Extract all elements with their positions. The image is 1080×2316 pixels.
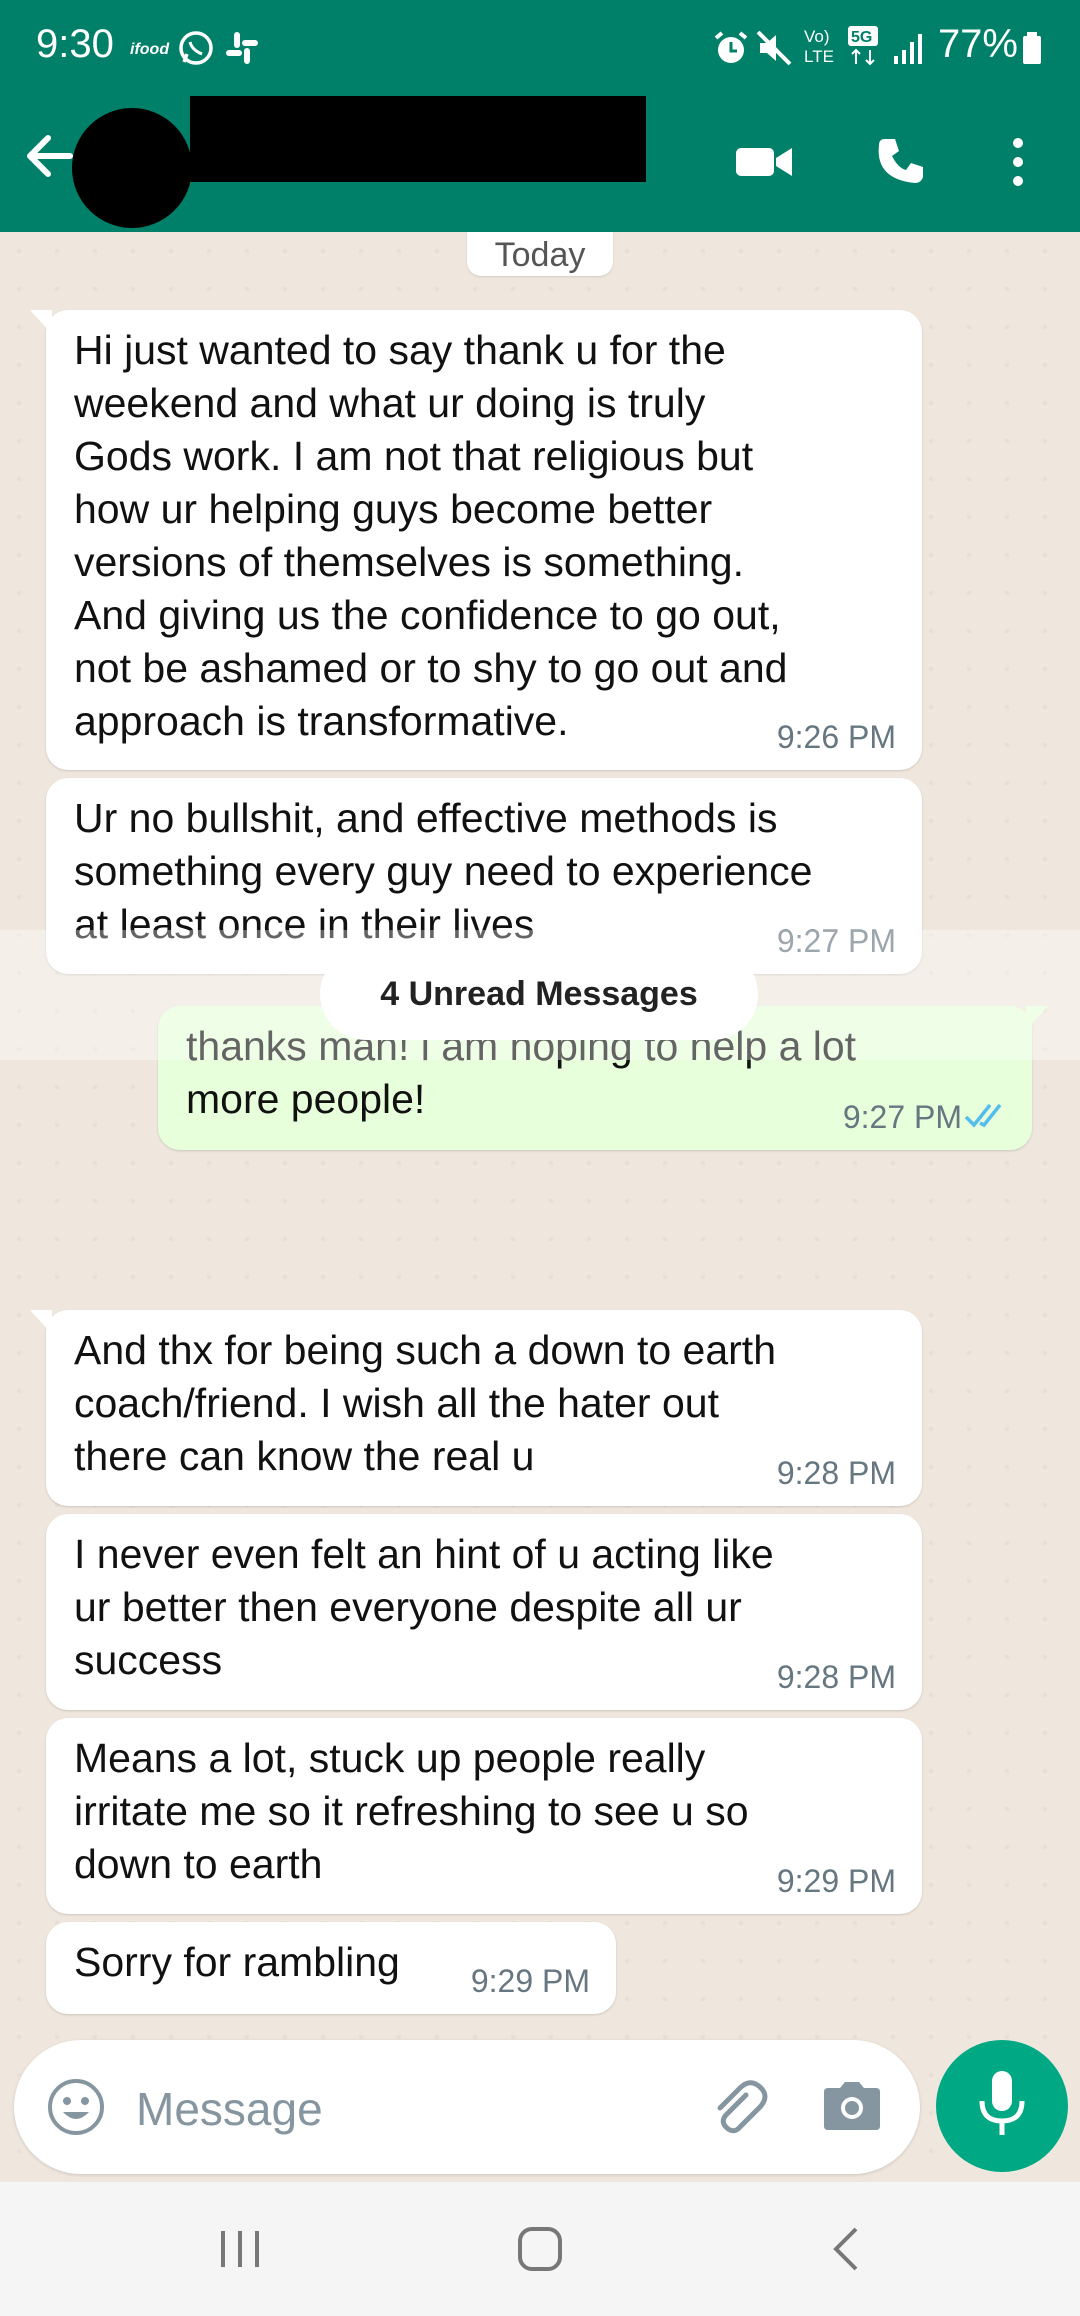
recent-apps-icon[interactable]: [200, 2212, 280, 2286]
message-bubble[interactable]: Sorry for rambling 9:29 PM: [46, 1922, 616, 2014]
signal-icon: [892, 28, 928, 68]
bubble-tail: [30, 310, 52, 334]
emoji-icon[interactable]: [42, 2073, 110, 2141]
svg-text:LTE: LTE: [804, 47, 834, 66]
app-bar: [0, 96, 1080, 232]
ifood-icon: ifood: [130, 28, 172, 68]
slack-icon: [222, 28, 262, 68]
home-icon[interactable]: [500, 2212, 580, 2286]
date-chip: Today: [467, 232, 613, 276]
double-check-read-icon: [964, 1101, 1010, 1134]
status-time: 9:30: [36, 22, 114, 66]
message-composer[interactable]: Message: [14, 2040, 920, 2174]
volte-icon: Vo) LTE: [802, 26, 840, 66]
more-options-icon[interactable]: [986, 130, 1050, 194]
status-bar: 9:30 ifood Vo) LTE 5G 77%: [0, 0, 1080, 96]
message-bubble[interactable]: I never even felt an hint of u acting li…: [46, 1514, 922, 1710]
chat-header: 9:30 ifood Vo) LTE 5G 77%: [0, 0, 1080, 232]
svg-text:5G: 5G: [851, 29, 872, 46]
bubble-tail: [30, 1310, 52, 1334]
video-call-icon[interactable]: [732, 130, 796, 194]
system-nav-bar: [0, 2182, 1080, 2316]
mute-icon: [754, 28, 794, 68]
camera-icon[interactable]: [818, 2073, 886, 2141]
unread-messages-label: 4 Unread Messages: [320, 948, 758, 1040]
message-time: 9:29 PM: [776, 1863, 896, 1899]
svg-text:ifood: ifood: [130, 41, 170, 58]
battery-icon: [1020, 28, 1044, 68]
5g-icon: 5G: [846, 26, 886, 66]
voice-call-icon[interactable]: [868, 130, 932, 194]
message-text: Hi just wanted to say thank u for the we…: [74, 327, 788, 744]
message-time: 9:26 PM: [776, 719, 896, 755]
alarm-icon: [712, 28, 750, 68]
message-text: Means a lot, stuck up people really irri…: [74, 1735, 749, 1887]
battery-percent: 77%: [937, 22, 1018, 66]
message-text: And thx for being such a down to earth c…: [74, 1327, 777, 1479]
message-input[interactable]: Message: [136, 2082, 323, 2136]
contact-name[interactable]: [190, 96, 646, 182]
message-bubble[interactable]: And thx for being such a down to earth c…: [30, 1310, 922, 1506]
message-text: Ur no bullshit, and effective methods is…: [74, 795, 813, 947]
back-nav-icon[interactable]: [806, 2212, 886, 2286]
attach-icon[interactable]: [704, 2073, 772, 2141]
message-text: I never even felt an hint of u acting li…: [74, 1531, 774, 1683]
whatsapp-icon: [176, 28, 216, 68]
avatar[interactable]: [72, 108, 192, 228]
message-time: 9:27 PM: [842, 1099, 962, 1135]
message-time: 9:28 PM: [776, 1659, 896, 1695]
message-time: 9:28 PM: [776, 1455, 896, 1491]
message-bubble[interactable]: Hi just wanted to say thank u for the we…: [30, 310, 922, 770]
microphone-icon: [974, 2069, 1030, 2144]
svg-text:Vo): Vo): [804, 27, 830, 46]
message-bubble[interactable]: Means a lot, stuck up people really irri…: [46, 1718, 922, 1914]
voice-message-button[interactable]: [936, 2040, 1068, 2172]
message-time: 9:29 PM: [470, 1963, 590, 1999]
